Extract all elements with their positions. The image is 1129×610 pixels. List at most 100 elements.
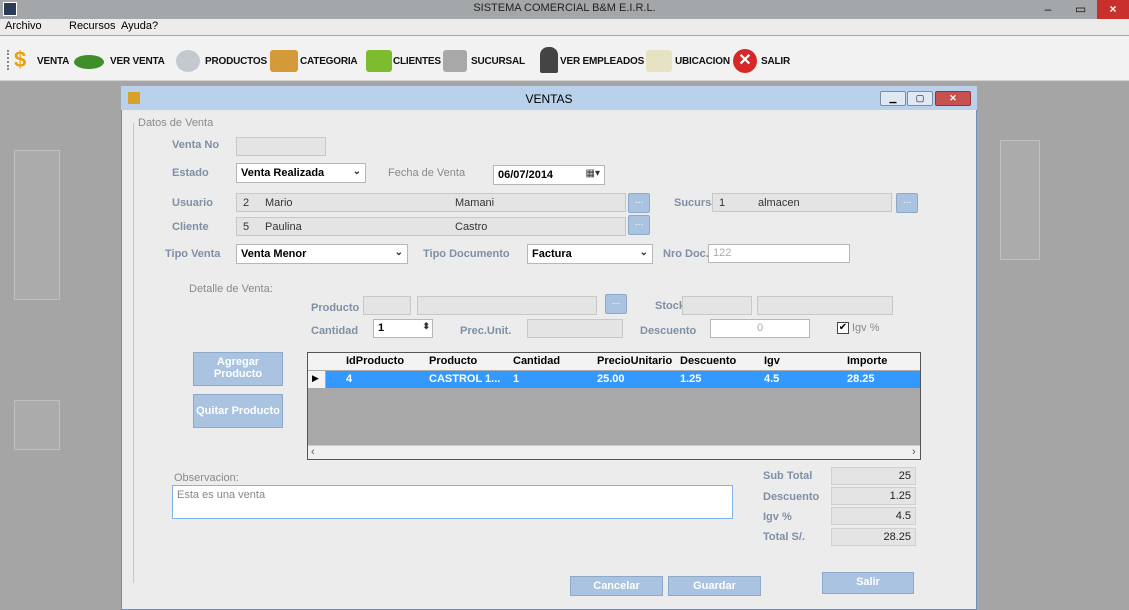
grid-cell[interactable]: 1.25 <box>680 373 701 385</box>
dialog-maximize-button[interactable]: ▢ <box>907 91 933 106</box>
tipo-venta-label: Tipo Venta <box>165 248 221 260</box>
quitar-producto-button[interactable]: Quitar Producto <box>193 394 283 428</box>
total-field: 28.25 <box>831 528 916 546</box>
employee-icon[interactable] <box>540 47 558 73</box>
dialog-minimize-button[interactable]: ▁ <box>880 91 906 106</box>
grid-cell[interactable]: 25.00 <box>597 373 625 385</box>
column-header[interactable]: Producto <box>429 355 477 367</box>
estado-value: Venta Realizada <box>241 167 325 179</box>
menu-archivo[interactable]: Archivo <box>5 20 42 32</box>
clients-icon[interactable] <box>366 50 392 72</box>
cantidad-value: 1 <box>378 322 385 334</box>
products-icon[interactable] <box>176 50 200 72</box>
cliente-apellido: Castro <box>455 221 488 233</box>
tipo-venta-select[interactable]: Venta Menor ⌄ <box>236 244 408 264</box>
window-title: SISTEMA COMERCIAL B&M E.I.R.L. <box>473 2 656 14</box>
menu-recursos[interactable]: Recursos <box>69 20 115 32</box>
column-header[interactable]: Igv <box>764 355 780 367</box>
dialog-title: VENTAS <box>525 92 573 106</box>
cliente-nombre: Paulina <box>265 221 302 233</box>
subtotal-field: 25 <box>831 467 916 485</box>
watermark-shape <box>14 400 60 450</box>
group-datos-venta-label: Datos de Venta <box>136 117 216 129</box>
dollar-icon[interactable]: $ <box>14 47 32 72</box>
toolbar-ubicacion[interactable]: UBICACION <box>675 56 730 67</box>
toolbar-productos[interactable]: PRODUCTOS <box>205 56 267 67</box>
column-header[interactable]: Descuento <box>680 355 736 367</box>
watermark-shape <box>14 150 60 300</box>
stock-extra-field <box>757 296 893 315</box>
calendar-icon: ▦▾ <box>585 168 600 179</box>
tipo-doc-select[interactable]: Factura ⌄ <box>527 244 653 264</box>
observacion-textarea[interactable]: Esta es una venta <box>172 485 733 519</box>
column-header[interactable]: Importe <box>847 355 887 367</box>
cantidad-stepper[interactable]: 1 ⬍ <box>373 319 433 338</box>
agregar-producto-button[interactable]: Agregar Producto <box>193 352 283 386</box>
usuario-lookup-button[interactable]: ... <box>628 193 650 213</box>
igv-total-label: Igv % <box>763 511 792 523</box>
observacion-value: Esta es una venta <box>177 489 266 501</box>
venta-no-label: Venta No <box>172 139 220 151</box>
cliente-lookup-button[interactable]: ... <box>628 215 650 235</box>
toolbar-categoria[interactable]: CATEGORIA <box>300 56 358 67</box>
dialog-close-button[interactable]: ✕ <box>935 91 971 106</box>
usuario-label: Usuario <box>172 197 213 209</box>
menu-ayuda[interactable]: Ayuda? <box>121 20 158 32</box>
row-pointer-icon: ▶ <box>312 373 319 383</box>
fecha-picker[interactable]: 06/07/2014 ▦▾ <box>493 165 605 185</box>
stock-field <box>682 296 752 315</box>
scroll-right-icon[interactable]: › <box>912 446 916 458</box>
sucursal-row <box>712 193 892 212</box>
guardar-button[interactable]: Guardar <box>668 576 761 596</box>
grid-cell[interactable]: 4 <box>346 373 352 385</box>
minimize-button[interactable]: – <box>1032 0 1064 19</box>
handshake-icon[interactable] <box>74 55 104 69</box>
producto-lookup-button[interactable]: ... <box>605 294 627 314</box>
toolbar-sucursal[interactable]: SUCURSAL <box>471 56 525 67</box>
cancelar-button[interactable]: Cancelar <box>570 576 663 596</box>
stock-label: Stock <box>655 300 685 312</box>
grid-horizontal-scrollbar[interactable] <box>308 445 920 459</box>
maximize-button[interactable]: ▭ <box>1064 0 1097 19</box>
grid-cell[interactable]: 1 <box>513 373 519 385</box>
fecha-label: Fecha de Venta <box>388 167 466 179</box>
usuario-nombre: Mario <box>265 197 293 209</box>
toolbar-venta[interactable]: VENTA <box>37 56 69 67</box>
nro-doc-field[interactable]: 122 <box>708 244 850 263</box>
branch-icon[interactable] <box>443 50 467 72</box>
descuento-field[interactable]: 0 <box>710 319 810 338</box>
sucursal-lookup-button[interactable]: ... <box>896 193 918 213</box>
sucursal-nombre: almacen <box>758 197 800 209</box>
chevron-down-icon: ⌄ <box>639 247 648 258</box>
estado-select[interactable]: Venta Realizada ⌄ <box>236 163 366 183</box>
producto-nombre-field[interactable] <box>417 296 597 315</box>
category-icon[interactable] <box>270 50 298 72</box>
location-icon[interactable] <box>646 50 672 72</box>
column-header[interactable]: Cantidad <box>513 355 560 367</box>
estado-label: Estado <box>172 167 209 179</box>
column-header[interactable]: PrecioUnitario <box>597 355 672 367</box>
close-button[interactable]: × <box>1097 0 1129 19</box>
prec-unit-label: Prec.Unit. <box>460 325 512 337</box>
usuario-row <box>236 193 626 212</box>
toolbar-ver-venta[interactable]: VER VENTA <box>110 56 165 67</box>
toolbar-clientes[interactable]: CLIENTES <box>393 56 441 67</box>
total-label: Total S/. <box>763 531 805 543</box>
producto-id-field[interactable] <box>363 296 411 315</box>
grid-cell[interactable]: CASTROL 1... <box>429 373 500 385</box>
column-header[interactable]: IdProducto <box>346 355 404 367</box>
exit-icon[interactable]: ✕ <box>733 49 757 73</box>
grid-cell[interactable]: 28.25 <box>847 373 875 385</box>
scroll-left-icon[interactable]: ‹ <box>311 446 315 458</box>
menu-bar <box>0 19 1129 35</box>
descuento-total-label: Descuento <box>763 491 820 503</box>
stepper-arrows-icon[interactable]: ⬍ <box>422 321 430 332</box>
grid-cell[interactable]: 4.5 <box>764 373 779 385</box>
venta-no-field[interactable] <box>236 137 326 156</box>
salir-button[interactable]: Salir <box>822 572 914 594</box>
igv-checkbox[interactable]: ✔ <box>837 322 849 334</box>
toolbar-salir[interactable]: SALIR <box>761 56 790 67</box>
toolbar-ver-empleados[interactable]: VER EMPLEADOS <box>560 56 644 67</box>
prec-unit-field[interactable] <box>527 319 623 338</box>
nro-doc-label: Nro Doc. <box>663 248 709 260</box>
